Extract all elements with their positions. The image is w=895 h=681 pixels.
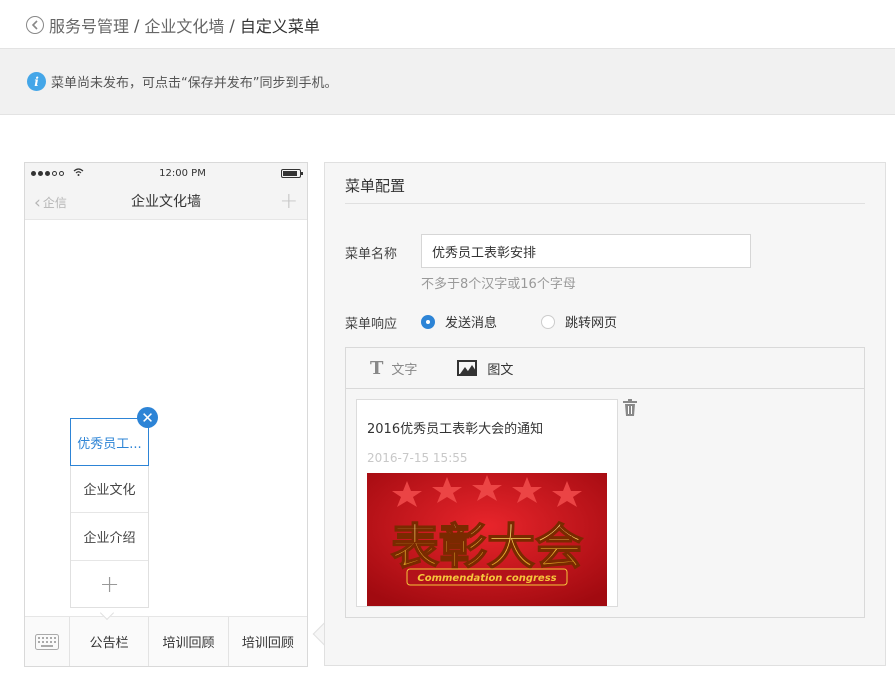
radio-open-webpage-label: 跳转网页: [565, 316, 618, 331]
text-icon: T: [370, 357, 384, 379]
article-card[interactable]: 2016优秀员工表彰大会的通知 2016-7-15 15:55 表彰大会 Com…: [356, 399, 618, 607]
battery-icon: [281, 168, 303, 178]
notice-text: 菜单尚未发布，可点击“保存并发布”同步到手机。: [51, 76, 338, 91]
phone-preview: 12:00 PM ‹ 企信 企业文化墙 + 公告栏 培训回顾 培训回顾: [24, 162, 308, 667]
submenu-item-corporate-culture[interactable]: 企业文化: [71, 465, 148, 513]
radio-checked-icon: [421, 314, 435, 329]
menu-name-label: 菜单名称: [345, 247, 398, 262]
cover-subheadline: Commendation congress: [417, 573, 556, 584]
submenu-item-excellent-staff[interactable]: 优秀员工...: [70, 418, 149, 466]
phone-back-button: ‹ 企信: [34, 194, 67, 211]
submenu-add-button[interactable]: +: [71, 561, 148, 607]
menu-config-panel: 菜单配置 菜单名称 不多于8个汉字或16个字母 菜单响应 发送消息 跳转网页 T…: [324, 162, 886, 666]
menu-item-training-review[interactable]: 培训回顾: [149, 617, 229, 666]
message-content-box: T 文字 图文 2016优秀员工表彰大会的通知 2016-7-15 15:55: [345, 347, 865, 618]
breadcrumb-service-management[interactable]: 服务号管理: [49, 13, 129, 37]
info-icon: i: [27, 72, 46, 91]
menu-name-input[interactable]: [421, 234, 751, 268]
tab-text-label: 文字: [391, 362, 418, 378]
tab-text[interactable]: T 文字: [370, 358, 417, 379]
signal-icon: [31, 167, 84, 179]
breadcrumb-separator: /: [229, 15, 235, 35]
panel-title: 菜单配置: [345, 177, 406, 195]
plus-icon: +: [279, 189, 298, 214]
radio-open-webpage[interactable]: 跳转网页: [541, 312, 617, 331]
phone-status-bar: 12:00 PM: [25, 163, 307, 183]
tab-image-text-label: 图文: [487, 362, 514, 378]
wifi-icon: [73, 167, 84, 179]
submenu-item-company-intro[interactable]: 企业介绍: [71, 513, 148, 561]
radio-unchecked-icon: [541, 314, 555, 329]
breadcrumb-separator: /: [134, 15, 140, 35]
status-time: 12:00 PM: [159, 167, 206, 179]
content-type-tabs: T 文字 图文: [346, 348, 864, 389]
breadcrumb-custom-menu: 自定义菜单: [239, 17, 320, 36]
back-circle-icon[interactable]: [26, 16, 44, 34]
phone-back-label: 企信: [42, 196, 67, 210]
menu-item-training-review-2[interactable]: 培训回顾: [229, 617, 307, 666]
breadcrumb: 服务号管理 / 企业文化墙 / 自定义菜单: [26, 12, 320, 38]
image-icon: [457, 360, 478, 376]
close-icon[interactable]: ✕: [137, 407, 158, 428]
phone-menu-bar: 公告栏 培训回顾 培训回顾: [25, 616, 307, 666]
keyboard-icon: [35, 633, 59, 650]
panel-divider: [345, 203, 865, 204]
cover-headline: 表彰大会: [391, 519, 583, 575]
unpublished-notice: i 菜单尚未发布，可点击“保存并发布”同步到手机。: [0, 49, 895, 115]
article-cover-image: 表彰大会 Commendation congress: [367, 473, 607, 606]
article-title: 2016优秀员工表彰大会的通知: [367, 422, 544, 437]
phone-nav-title: 企业文化墙: [131, 194, 201, 210]
article-date: 2016-7-15 15:55: [367, 451, 468, 465]
radio-send-message-label: 发送消息: [445, 316, 498, 331]
breadcrumb-culture-wall[interactable]: 企业文化墙: [144, 13, 224, 37]
menu-name-hint: 不多于8个汉字或16个字母: [421, 277, 576, 292]
phone-nav-bar: ‹ 企信 企业文化墙 +: [25, 183, 307, 220]
keyboard-toggle[interactable]: [25, 617, 70, 666]
radio-send-message[interactable]: 发送消息: [421, 312, 497, 331]
tab-image-text[interactable]: 图文: [457, 359, 513, 378]
menu-response-label: 菜单响应: [345, 317, 398, 332]
trash-icon[interactable]: [622, 399, 638, 417]
submenu-popup: 优秀员工... 企业文化 企业介绍 +: [70, 418, 149, 608]
chevron-left-icon: ‹: [34, 192, 41, 213]
menu-item-bulletin[interactable]: 公告栏: [70, 617, 150, 666]
